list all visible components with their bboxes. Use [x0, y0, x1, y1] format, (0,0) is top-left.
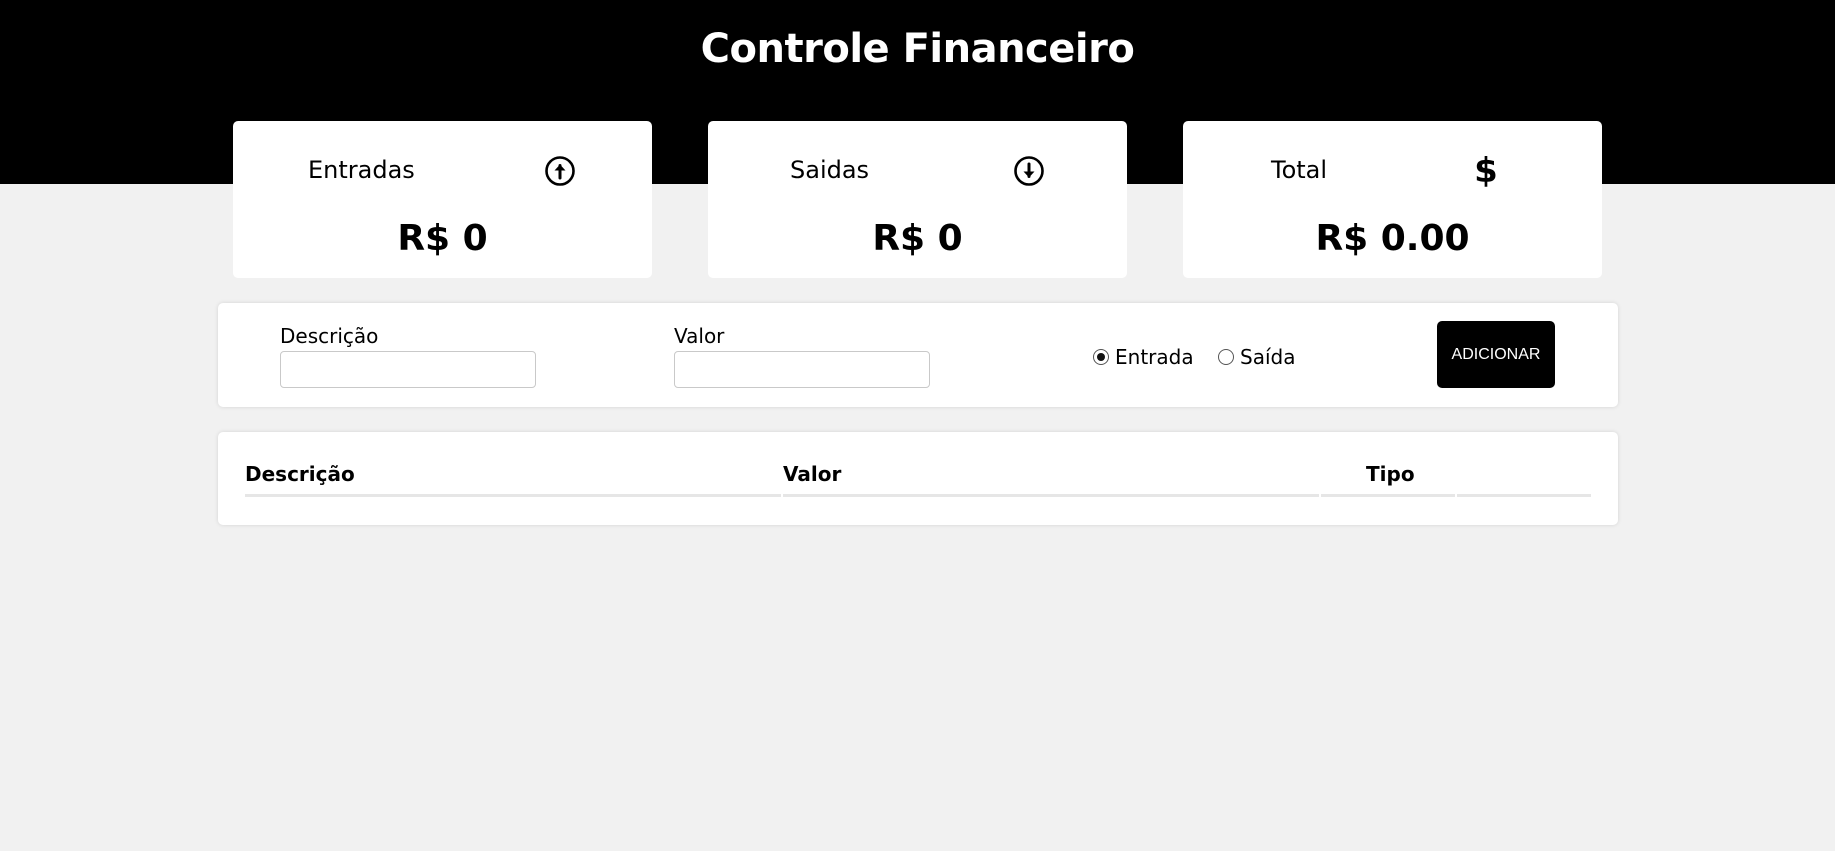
- radio-entrada-control[interactable]: [1093, 349, 1109, 365]
- column-header-amount: Valor: [783, 462, 842, 486]
- total-card: Total $ R$ 0.00: [1183, 121, 1602, 278]
- header-divider: [1321, 494, 1455, 497]
- radio-entrada[interactable]: Entrada: [1093, 343, 1194, 371]
- transactions-table: Descrição Valor Tipo: [218, 432, 1618, 525]
- transaction-form: Descrição Valor Entrada Saída ADICIONAR: [218, 303, 1618, 407]
- income-card-title: Entradas: [308, 156, 415, 184]
- column-header-description: Descrição: [245, 462, 355, 486]
- arrow-up-circle-icon: [544, 155, 576, 187]
- arrow-down-circle-icon: [1013, 155, 1045, 187]
- column-header-type: Tipo: [1366, 462, 1415, 486]
- app-title: Controle Financeiro: [700, 26, 1135, 72]
- income-card: Entradas R$ 0: [233, 121, 652, 278]
- amount-input[interactable]: [674, 351, 930, 388]
- total-card-title: Total: [1271, 156, 1328, 184]
- expense-card-value: R$ 0: [872, 218, 963, 259]
- description-input[interactable]: [280, 351, 536, 388]
- radio-saida-label[interactable]: Saída: [1240, 345, 1295, 369]
- header-divider: [245, 494, 781, 497]
- add-button[interactable]: ADICIONAR: [1437, 321, 1555, 388]
- expense-card: Saidas R$ 0: [708, 121, 1127, 278]
- header-divider: [1457, 494, 1591, 497]
- description-label: Descrição: [280, 324, 379, 348]
- amount-label: Valor: [674, 324, 725, 348]
- header-divider: [783, 494, 1319, 497]
- radio-entrada-label[interactable]: Entrada: [1115, 345, 1194, 369]
- dollar-icon: $: [1474, 151, 1498, 191]
- radio-saida[interactable]: Saída: [1218, 343, 1295, 371]
- radio-saida-control[interactable]: [1218, 349, 1234, 365]
- income-card-value: R$ 0: [397, 218, 488, 259]
- expense-card-title: Saidas: [790, 156, 870, 184]
- total-card-value: R$ 0.00: [1315, 218, 1470, 259]
